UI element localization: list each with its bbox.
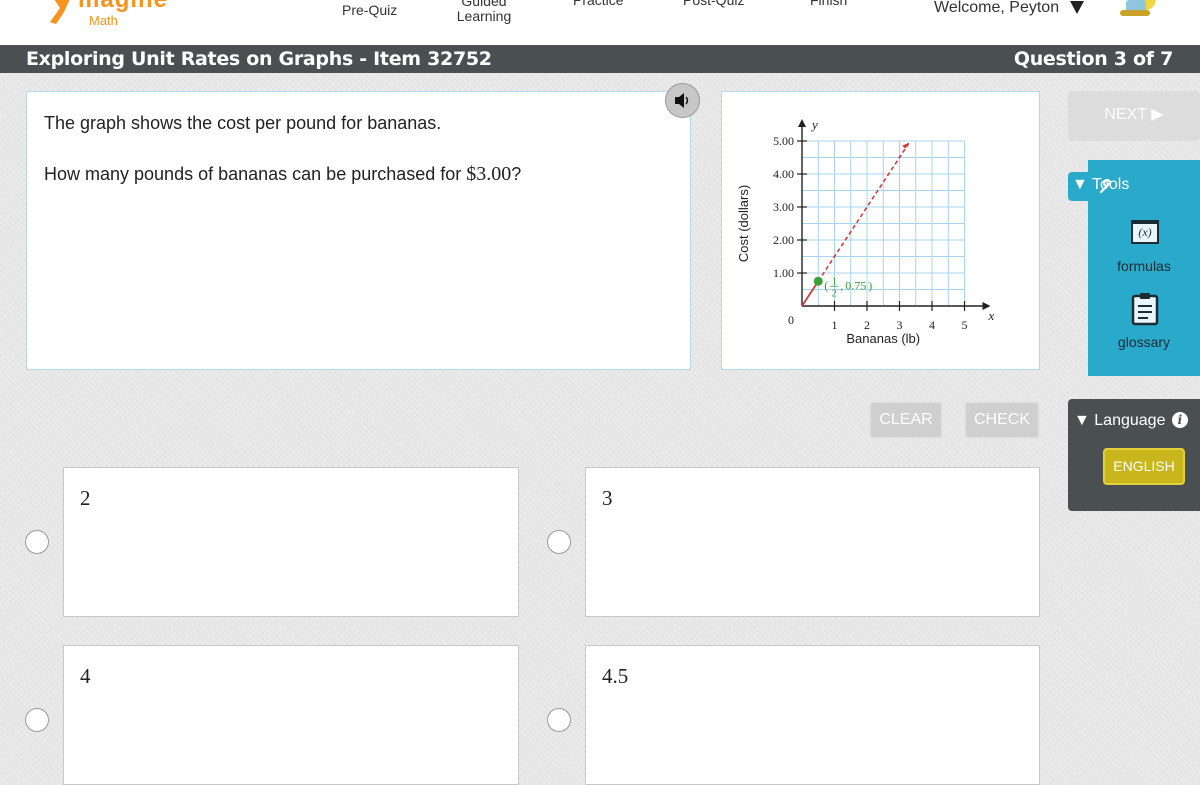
data-point — [813, 276, 823, 286]
next-button[interactable]: NEXT ▶ — [1068, 91, 1200, 141]
answer-text: 4 — [80, 664, 91, 688]
title-bar: Exploring Unit Rates on Graphs - Item 32… — [0, 45, 1200, 73]
logo-icon — [50, 0, 70, 24]
origin-label: 0 — [788, 313, 794, 327]
point-label-denominator: 2 — [832, 288, 837, 299]
answer-text: 4.5 — [602, 664, 629, 688]
nav-item-finish[interactable]: Finish — [810, 0, 847, 8]
language-label-text: ▼ Language — [1074, 412, 1166, 429]
graph-panel: 1 2 3 4 5 1.00 2.00 3.00 4.00 5.00 0 x y Bananas (lb)… — [721, 91, 1040, 370]
x-tick-label: 2 — [864, 318, 870, 332]
language-label[interactable]: ▼ Language i — [1074, 412, 1188, 430]
clear-button[interactable]: CLEAR — [869, 401, 943, 439]
nav-item-pre-quiz[interactable]: Pre-Quiz — [342, 3, 397, 18]
y-axis-arrow — [798, 119, 806, 127]
y-axis-label: Cost (dollars) — [736, 185, 751, 262]
x-tick-label: 5 — [962, 318, 968, 332]
formulas-label[interactable]: formulas — [1088, 258, 1200, 274]
y-tick-label: 4.00 — [773, 167, 794, 181]
answer-text: 3 — [602, 486, 613, 510]
x-tick-label: 1 — [832, 318, 838, 332]
question-prefix: How many pounds of bananas can be purcha… — [44, 164, 467, 184]
x-tick-label: 4 — [929, 318, 935, 332]
answer-radio-1[interactable] — [25, 530, 49, 554]
y-tick-label: 3.00 — [773, 200, 794, 214]
cost-per-pound-graph: 1 2 3 4 51.002.003.004.005.000 xyBananas (lb)… — [736, 117, 995, 346]
question-suffix: ? — [511, 164, 522, 184]
point-label-paren-close: ) — [868, 278, 872, 292]
y-tick-label: 1.00 — [773, 266, 794, 280]
glossary-icon[interactable] — [1131, 292, 1159, 326]
answer-radio-3[interactable] — [25, 708, 49, 732]
y-tick-label: 5.00 — [773, 134, 794, 148]
audio-button[interactable] — [665, 83, 700, 118]
question-amount: $3.00 — [466, 163, 512, 185]
answer-radio-4[interactable] — [547, 708, 571, 732]
check-button[interactable]: CHECK — [964, 401, 1040, 439]
answer-option-4[interactable]: 4.5 — [585, 645, 1040, 785]
formulas-icon[interactable]: (x) — [1131, 220, 1159, 244]
point-label-paren-open: ( — [824, 278, 828, 292]
question-counter: Question 3 of 7 — [1013, 48, 1173, 70]
x-axis-letter: x — [988, 308, 995, 323]
english-button[interactable]: ENGLISH — [1103, 448, 1185, 485]
y-axis-letter: y — [810, 117, 818, 132]
answer-text: 2 — [80, 486, 91, 510]
wrench-icon — [1099, 179, 1112, 194]
answer-option-3[interactable]: 4 — [63, 645, 519, 785]
question-text-line1: The graph shows the cost per pound for b… — [44, 113, 442, 133]
nav-item-guided-learning[interactable]: Guided Learning — [452, 0, 516, 24]
nav-item-practice[interactable]: Practice — [573, 0, 624, 8]
y-tick-label: 2.00 — [773, 233, 794, 247]
info-icon[interactable]: i — [1171, 412, 1188, 428]
welcome-user[interactable]: Welcome, Peyton — [934, 0, 1059, 17]
top-navigation: magine Math Pre-Quiz Guided Learning Pra… — [0, 0, 1200, 45]
logo-word: magine — [78, 0, 168, 14]
avatar[interactable] — [1112, 0, 1162, 24]
logo-subtitle: Math — [89, 13, 118, 28]
x-tick-label: 3 — [897, 318, 903, 332]
x-axis-label: Bananas (lb) — [846, 331, 920, 346]
data-line-dashed — [817, 142, 910, 282]
point-label-comma: , — [840, 278, 843, 292]
chevron-down-icon[interactable] — [1070, 1, 1084, 14]
point-label-y: 0.75 — [845, 278, 866, 292]
answer-option-2[interactable]: 3 — [585, 467, 1040, 617]
point-label-numerator: 1 — [832, 276, 837, 287]
answer-option-1[interactable]: 2 — [63, 467, 519, 617]
question-panel: The graph shows the cost per pound for b… — [26, 91, 691, 370]
answer-radio-2[interactable] — [547, 530, 571, 554]
nav-item-post-quiz[interactable]: Post-Quiz — [683, 0, 744, 8]
speaker-icon — [675, 93, 689, 108]
question-text-line2: How many pounds of bananas can be purcha… — [44, 163, 521, 186]
item-title: Exploring Unit Rates on Graphs - Item 32… — [26, 48, 492, 70]
glossary-label[interactable]: glossary — [1088, 334, 1200, 350]
